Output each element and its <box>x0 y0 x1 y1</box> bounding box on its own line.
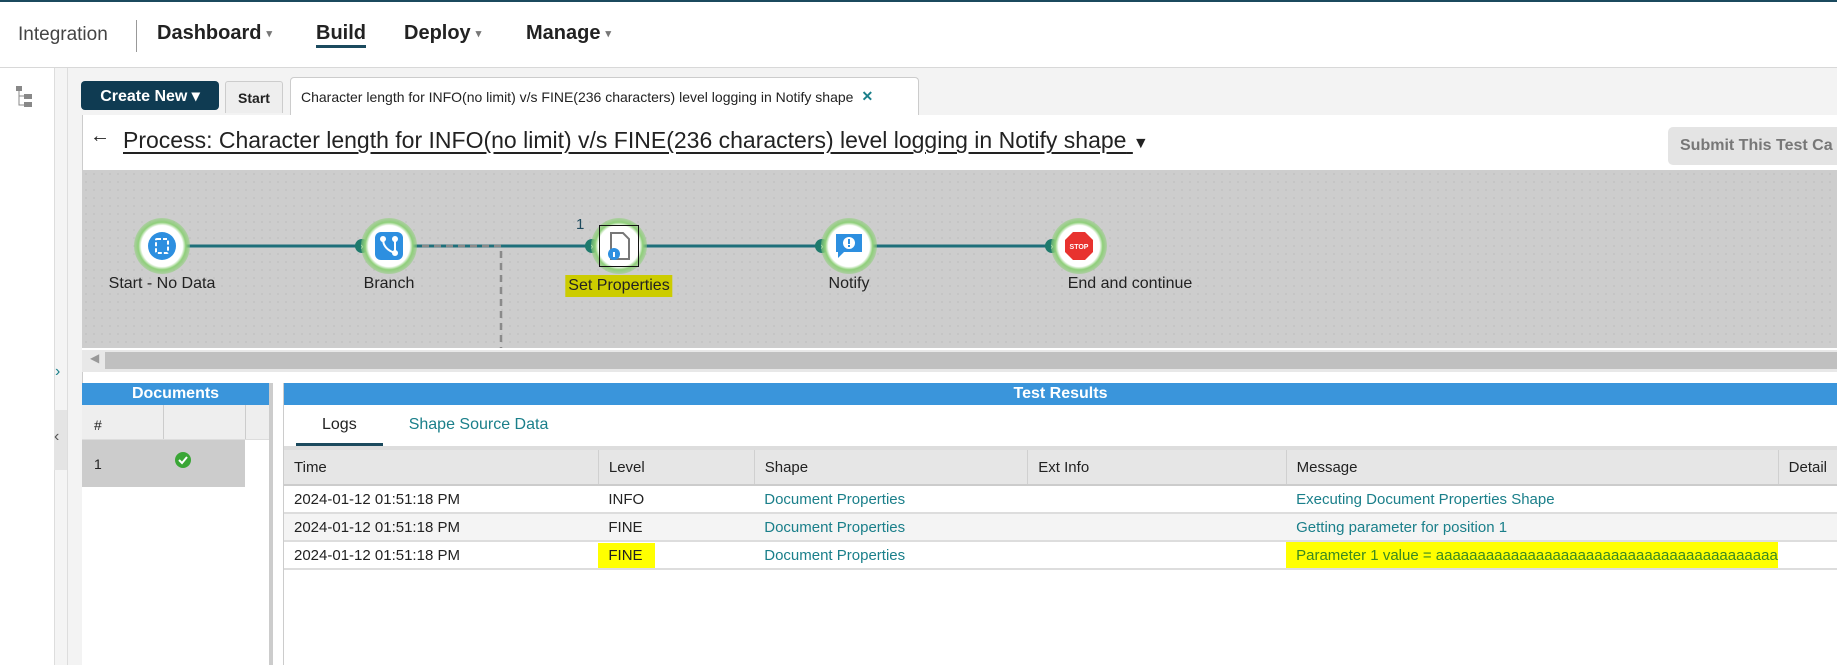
top-nav: Integration Dashboard ▾ Build Deploy ▾ Man… <box>0 0 1837 68</box>
cell-level: INFO <box>598 485 755 514</box>
branch-icon <box>375 232 403 260</box>
tab-label: Character length for INFO(no limit) v/s … <box>301 88 854 105</box>
column-header-num: # <box>82 405 164 439</box>
tab-process[interactable]: Character length for INFO(no limit) v/s … <box>290 77 919 115</box>
column-header-status <box>164 405 246 439</box>
table-row[interactable]: 2024-01-12 01:51:18 PM FINE Document Pro… <box>284 513 1837 542</box>
cell-detail <box>1778 513 1837 542</box>
cell-time: 2024-01-12 01:51:18 PM <box>284 513 599 542</box>
expand-chevron-icon[interactable]: › <box>55 363 60 381</box>
nav-label: Manage <box>526 22 601 44</box>
cell-level: FINE <box>598 541 755 570</box>
stop-icon: STOP <box>1065 232 1093 260</box>
node-label: Start - No Data <box>108 275 216 292</box>
scroll-left-icon[interactable]: ◀ <box>90 351 99 365</box>
collapse-strip: › ‹ <box>54 68 68 665</box>
node-label: End and continue <box>1067 275 1193 292</box>
cell-shape-link[interactable]: Document Properties <box>754 485 1028 514</box>
close-icon[interactable]: ✕ <box>861 88 873 105</box>
cell-shape-link[interactable]: Document Properties <box>754 541 1028 570</box>
table-row[interactable]: 2024-01-12 01:51:18 PM FINE Document Pro… <box>284 541 1837 570</box>
col-message[interactable]: Message <box>1286 446 1779 486</box>
col-time[interactable]: Time <box>284 446 599 486</box>
cell-detail <box>1778 485 1837 514</box>
test-results-header: Test Results <box>284 383 1837 405</box>
node-badge: 1 <box>576 216 585 233</box>
table-row[interactable]: 2024-01-12 01:51:18 PM INFO Document Pro… <box>284 485 1837 514</box>
cell-level: FINE <box>598 513 755 542</box>
submit-test-case-button[interactable]: Submit This Test Ca <box>1668 127 1837 165</box>
success-check-icon <box>175 451 191 468</box>
highlighted-level: FINE <box>598 542 655 567</box>
document-number: 1 <box>94 455 102 472</box>
caret-down-icon: ▼ <box>1132 135 1149 152</box>
document-info-icon <box>599 225 639 267</box>
nav-label: Build <box>316 22 366 44</box>
tab-start[interactable]: Start <box>225 81 283 113</box>
node-notify[interactable] <box>821 218 877 274</box>
nav-label: Deploy <box>404 22 471 44</box>
logs-table: Time Level Shape Ext Info Message Detail… <box>284 446 1837 570</box>
nav-label: Dashboard <box>157 22 262 44</box>
caret-down-icon: ▾ <box>605 28 611 41</box>
node-label: Set Properties <box>565 275 673 297</box>
nav-manage[interactable]: Manage ▾ <box>526 22 611 45</box>
node-label: Notify <box>828 275 870 292</box>
stop-text: STOP <box>1070 244 1089 251</box>
process-title[interactable]: Process: Character length for INFO(no li… <box>123 127 1149 154</box>
documents-header: Documents <box>82 383 269 405</box>
cell-ext-info <box>1027 485 1287 514</box>
nav-build[interactable]: Build <box>316 22 366 48</box>
back-arrow-icon[interactable]: ← <box>90 125 110 148</box>
cell-detail <box>1778 541 1837 570</box>
node-start[interactable] <box>134 218 190 274</box>
col-ext-info[interactable]: Ext Info <box>1027 446 1287 486</box>
cell-ext-info <box>1027 513 1287 542</box>
document-row[interactable]: 1 <box>82 440 245 487</box>
branch-dashed-line <box>422 244 503 348</box>
node-label: Branch <box>363 275 415 292</box>
nav-deploy[interactable]: Deploy ▾ <box>404 22 481 45</box>
cell-message: Parameter 1 value = aaaaaaaaaaaaaaaaaaaa… <box>1286 541 1779 570</box>
divider <box>136 20 137 52</box>
tree-icon[interactable] <box>14 85 38 109</box>
col-level[interactable]: Level <box>598 446 755 486</box>
create-new-button[interactable]: Create New ▾ <box>81 81 219 110</box>
node-end[interactable]: STOP <box>1051 218 1107 274</box>
node-branch[interactable] <box>361 218 417 274</box>
nav-dashboard[interactable]: Dashboard ▾ <box>157 22 272 45</box>
active-underline <box>316 45 366 48</box>
cell-ext-info <box>1027 541 1287 570</box>
tab-logs[interactable]: Logs <box>296 410 383 446</box>
cell-message: Executing Document Properties Shape <box>1286 485 1779 514</box>
documents-panel: Documents # 1 <box>82 383 273 665</box>
test-results-panel: Test Results Logs Shape Source Data Time… <box>283 383 1837 665</box>
cell-message: Getting parameter for position 1 <box>1286 513 1779 542</box>
cell-shape-link[interactable]: Document Properties <box>754 513 1028 542</box>
cell-time: 2024-01-12 01:51:18 PM <box>284 485 599 514</box>
left-sidebar <box>0 68 55 665</box>
col-shape[interactable]: Shape <box>754 446 1029 486</box>
start-icon <box>148 232 176 260</box>
node-set-properties[interactable] <box>591 218 647 274</box>
process-title-text: Process: Character length for INFO(no li… <box>123 127 1127 153</box>
tab-shape-source-data[interactable]: Shape Source Data <box>383 410 575 446</box>
process-canvas[interactable]: Start - No Data › Branch 1 › Set Propert… <box>82 170 1837 348</box>
caret-down-icon: ▾ <box>266 28 272 41</box>
collapse-chevron-icon[interactable]: ‹ <box>54 410 67 470</box>
connectors <box>162 244 1082 348</box>
scrollbar-thumb[interactable] <box>105 352 1837 369</box>
notify-icon <box>836 234 862 258</box>
brand: Integration <box>18 24 108 45</box>
cell-time: 2024-01-12 01:51:18 PM <box>284 541 599 570</box>
caret-down-icon: ▾ <box>475 28 482 41</box>
col-detail[interactable]: Detail <box>1778 446 1837 486</box>
